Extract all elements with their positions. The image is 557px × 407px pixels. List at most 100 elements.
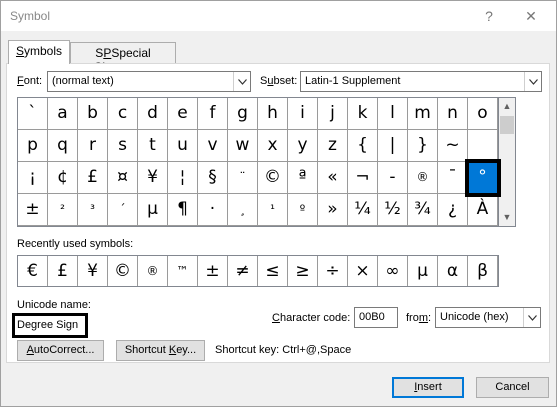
symbol-cell[interactable]: d bbox=[138, 98, 168, 130]
symbol-cell[interactable]: f bbox=[198, 98, 228, 130]
scroll-up-icon[interactable]: ▲ bbox=[499, 98, 515, 115]
recent-symbol-cell[interactable]: β bbox=[468, 256, 498, 286]
chevron-down-icon[interactable] bbox=[524, 72, 541, 91]
recent-symbol-cell[interactable]: ¥ bbox=[78, 256, 108, 286]
symbol-cell[interactable]: t bbox=[138, 130, 168, 162]
symbol-cell[interactable]: ½ bbox=[378, 194, 408, 226]
symbol-cell[interactable]: ¹ bbox=[258, 194, 288, 226]
symbol-cell[interactable]: ¡ bbox=[18, 162, 48, 194]
symbol-cell[interactable]: c bbox=[108, 98, 138, 130]
symbol-cell[interactable]: l bbox=[378, 98, 408, 130]
symbol-cell[interactable]: ° bbox=[465, 159, 501, 197]
symbol-cell[interactable]: w bbox=[228, 130, 258, 162]
symbol-cell[interactable]: s bbox=[108, 130, 138, 162]
symbol-cell[interactable]: º bbox=[288, 194, 318, 226]
symbol-cell[interactable]: r bbox=[78, 130, 108, 162]
symbol-cell[interactable]: - bbox=[378, 162, 408, 194]
symbol-cell[interactable]: ª bbox=[288, 162, 318, 194]
recent-symbol-cell[interactable]: ≠ bbox=[228, 256, 258, 286]
help-icon[interactable]: ? bbox=[479, 5, 499, 27]
symbol-cell[interactable]: ¬ bbox=[348, 162, 378, 194]
symbol-cell[interactable]: ¤ bbox=[108, 162, 138, 194]
grid-scrollbar[interactable]: ▲ ▼ bbox=[499, 97, 516, 227]
symbol-cell[interactable]: o bbox=[468, 98, 498, 130]
symbol-cell[interactable]: v bbox=[198, 130, 228, 162]
symbol-cell[interactable]: · bbox=[198, 194, 228, 226]
scroll-thumb[interactable] bbox=[500, 116, 514, 134]
symbol-cell[interactable]: © bbox=[258, 162, 288, 194]
recent-symbol-cell[interactable]: × bbox=[348, 256, 378, 286]
symbol-cell[interactable]: { bbox=[348, 130, 378, 162]
symbol-cell[interactable]: § bbox=[198, 162, 228, 194]
character-code-input[interactable]: 00B0 bbox=[354, 307, 398, 328]
symbol-cell[interactable]: ¢ bbox=[48, 162, 78, 194]
symbol-cell[interactable]: « bbox=[318, 162, 348, 194]
symbol-cell[interactable]: ` bbox=[18, 98, 48, 130]
symbol-cell[interactable]: ® bbox=[408, 162, 438, 194]
recent-symbol-cell[interactable]: © bbox=[108, 256, 138, 286]
symbol-cell[interactable]: p bbox=[18, 130, 48, 162]
symbol-cell[interactable]: » bbox=[318, 194, 348, 226]
symbol-cell[interactable]: x bbox=[258, 130, 288, 162]
symbol-cell[interactable]: ¥ bbox=[138, 162, 168, 194]
insert-button[interactable]: Insert bbox=[392, 377, 464, 398]
recent-symbol-cell[interactable]: ™ bbox=[168, 256, 198, 286]
cancel-button[interactable]: Cancel bbox=[476, 377, 549, 398]
recent-symbol-cell[interactable]: € bbox=[18, 256, 48, 286]
symbol-cell[interactable]: b bbox=[78, 98, 108, 130]
symbol-cell[interactable]: m bbox=[408, 98, 438, 130]
symbol-cell[interactable]: u bbox=[168, 130, 198, 162]
symbol-cell[interactable]: ¶ bbox=[168, 194, 198, 226]
subset-select[interactable]: Latin-1 Supplement bbox=[300, 71, 542, 92]
symbol-cell[interactable]: ³ bbox=[78, 194, 108, 226]
symbol-cell[interactable]: n bbox=[438, 98, 468, 130]
symbol-cell[interactable]: ¨ bbox=[228, 162, 258, 194]
recent-symbol-cell[interactable]: ÷ bbox=[318, 256, 348, 286]
chevron-down-icon[interactable] bbox=[523, 308, 540, 327]
font-select[interactable]: (normal text) bbox=[47, 71, 251, 92]
recent-symbol-cell[interactable]: £ bbox=[48, 256, 78, 286]
symbol-cell[interactable]: ± bbox=[18, 194, 48, 226]
symbol-cell[interactable]: } bbox=[408, 130, 438, 162]
symbol-cell[interactable]: ~ bbox=[438, 130, 468, 162]
scroll-down-icon[interactable]: ▼ bbox=[499, 209, 515, 226]
symbol-cell[interactable]: ¼ bbox=[348, 194, 378, 226]
symbol-cell[interactable]: j bbox=[318, 98, 348, 130]
symbol-cell[interactable]: g bbox=[228, 98, 258, 130]
chevron-down-icon[interactable] bbox=[233, 72, 250, 91]
from-select[interactable]: Unicode (hex) bbox=[435, 307, 541, 328]
close-icon[interactable]: ✕ bbox=[521, 5, 541, 27]
recent-symbol-cell[interactable]: ® bbox=[138, 256, 168, 286]
symbol-cell[interactable]: £ bbox=[78, 162, 108, 194]
symbol-cell[interactable]: ¿ bbox=[438, 194, 468, 226]
recent-symbol-cell[interactable]: α bbox=[438, 256, 468, 286]
recent-symbol-cell[interactable]: µ bbox=[408, 256, 438, 286]
symbol-cell[interactable]: ¾ bbox=[408, 194, 438, 226]
symbol-cell[interactable]: ¯ bbox=[438, 162, 468, 194]
symbol-cell[interactable]: ´ bbox=[108, 194, 138, 226]
symbol-cell[interactable]: ¸ bbox=[228, 194, 258, 226]
symbol-cell[interactable]: e bbox=[168, 98, 198, 130]
symbol-cell[interactable]: µ bbox=[138, 194, 168, 226]
symbol-cell[interactable]: a bbox=[48, 98, 78, 130]
symbol-cell[interactable]: y bbox=[288, 130, 318, 162]
tab-special-characters[interactable]: SPSpecial Characters bbox=[70, 42, 176, 74]
symbol-cell[interactable]: À bbox=[468, 194, 498, 226]
recent-symbol-cell[interactable]: ± bbox=[198, 256, 228, 286]
recent-symbol-cell[interactable]: ∞ bbox=[378, 256, 408, 286]
tab-symbols[interactable]: Symbols bbox=[8, 40, 70, 64]
symbol-cell[interactable]: h bbox=[258, 98, 288, 130]
symbol-cell[interactable]: ¦ bbox=[168, 162, 198, 194]
symbol-cell[interactable]: z bbox=[318, 130, 348, 162]
symbol-cell[interactable]: ² bbox=[48, 194, 78, 226]
symbol-cell[interactable]: i bbox=[288, 98, 318, 130]
recent-symbol-cell[interactable]: ≤ bbox=[258, 256, 288, 286]
autocorrect-button[interactable]: AutoCorrect... bbox=[17, 340, 104, 361]
shortcut-key-button[interactable]: Shortcut Key... bbox=[116, 340, 205, 361]
symbol-cell[interactable] bbox=[468, 130, 498, 162]
symbol-cell[interactable]: q bbox=[48, 130, 78, 162]
dialog-title: Symbol bbox=[10, 9, 51, 23]
recent-symbol-cell[interactable]: ≥ bbox=[288, 256, 318, 286]
symbol-cell[interactable]: k bbox=[348, 98, 378, 130]
symbol-cell[interactable]: | bbox=[378, 130, 408, 162]
